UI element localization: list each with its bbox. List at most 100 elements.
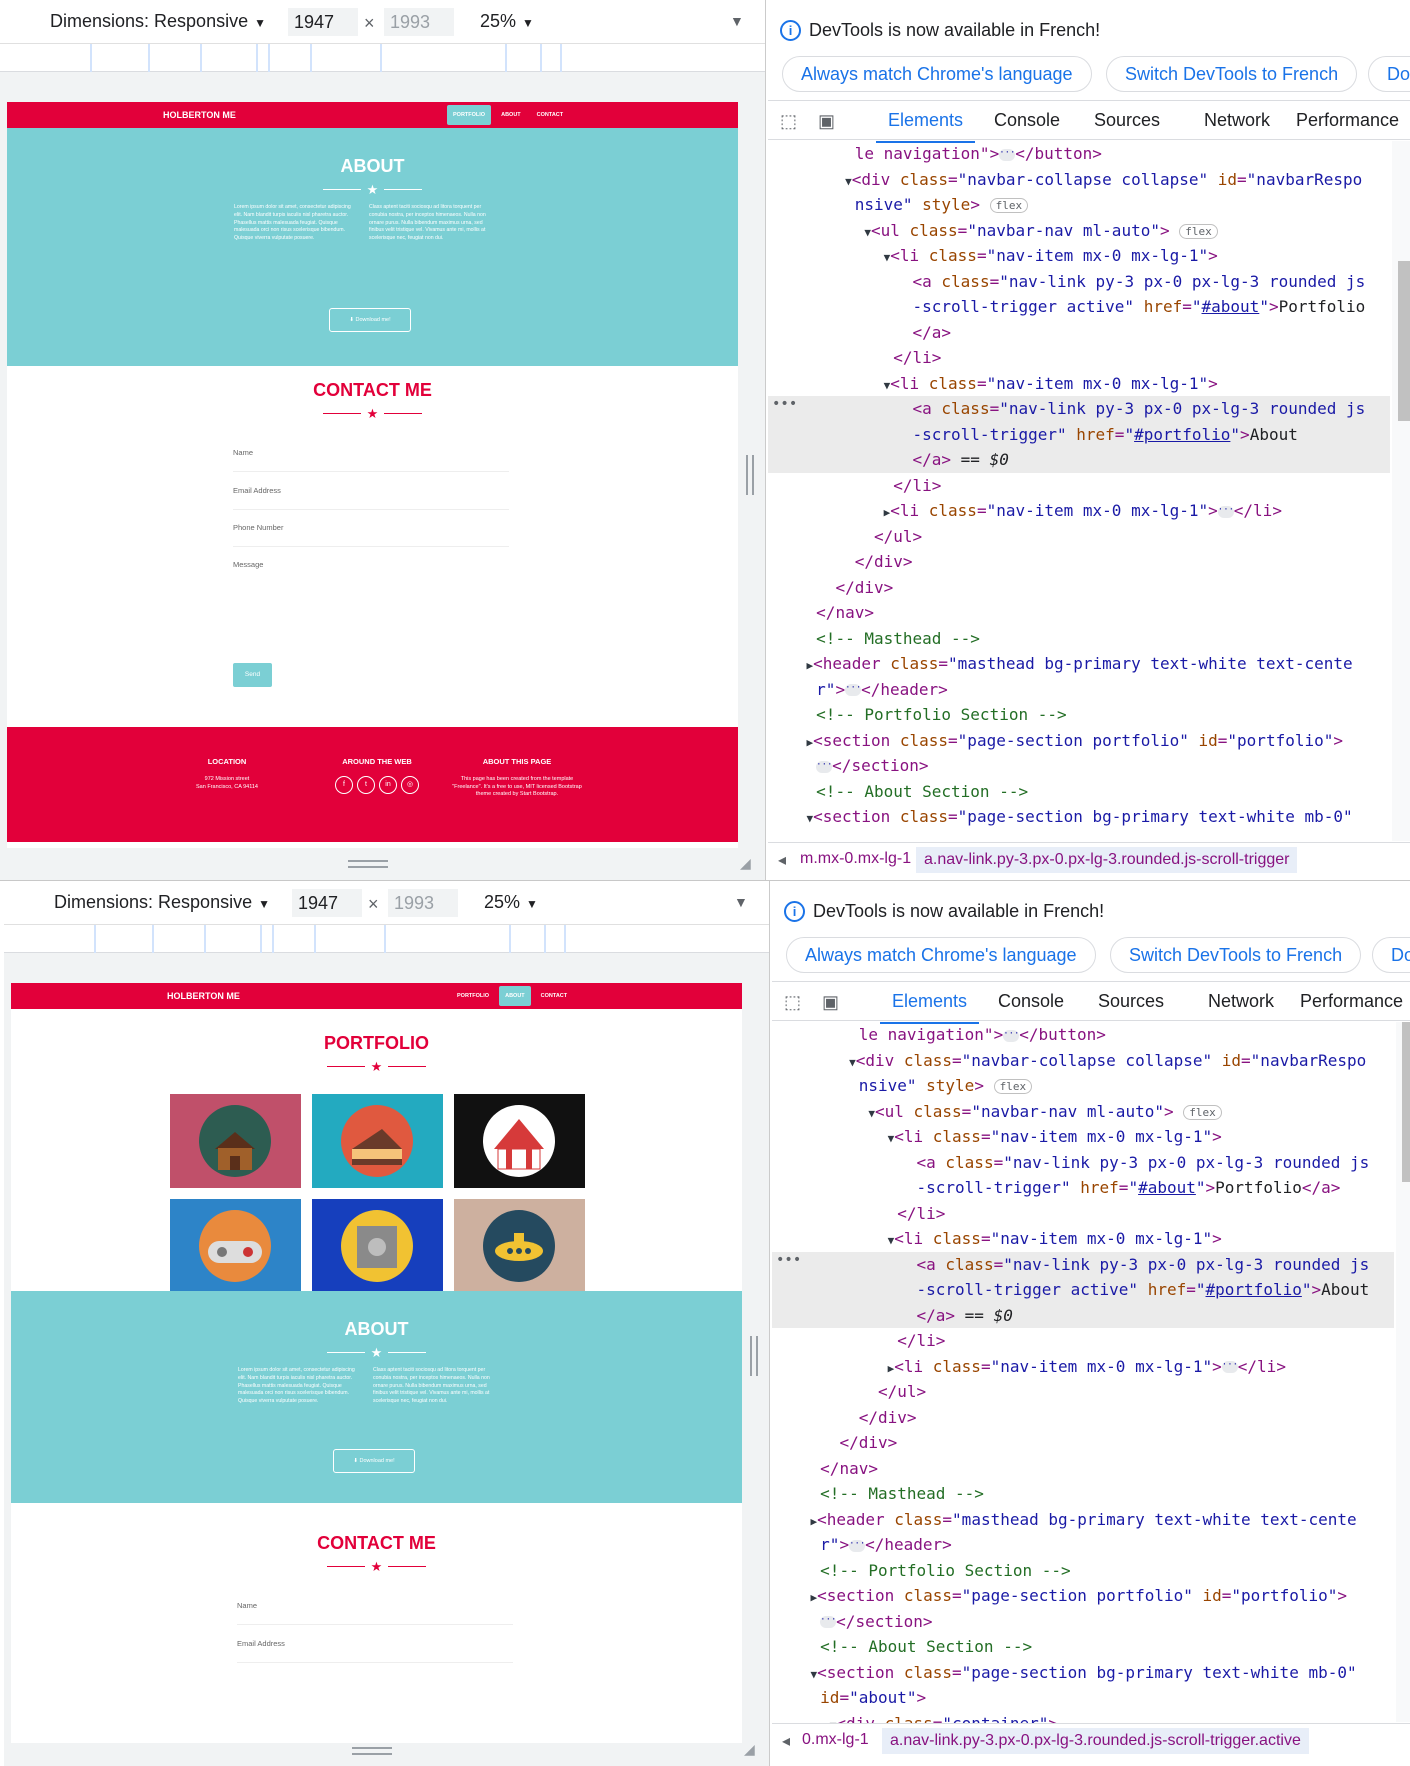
dom-scrollbar[interactable] [1396,1022,1410,1722]
portfolio-item-safe[interactable] [312,1199,443,1293]
dom-line[interactable]: </div> [768,575,1390,601]
crumb-item[interactable]: 0.mx-lg-1 [802,1731,869,1749]
twitter-icon[interactable]: t [357,776,375,794]
dom-line[interactable]: ···</section> [772,1609,1394,1635]
resize-corner-icon[interactable]: ◢ [740,855,758,873]
dom-line[interactable]: id="about"> [772,1685,1394,1711]
site-brand[interactable]: HOLBERTON ME [167,991,240,1001]
crumb-left-arrow-icon[interactable]: ◂ [778,850,786,870]
linkedin-icon[interactable]: in [379,776,397,794]
device-toggle-icon[interactable]: ▣ [822,992,839,1013]
send-button[interactable]: Send [233,663,272,687]
height-input[interactable]: 1993 [388,889,458,917]
dom-line[interactable]: ▼<section class="page-section bg-primary… [768,804,1390,830]
nav-portfolio[interactable]: PORTFOLIO [451,986,495,1006]
dont-show-button[interactable]: Don't show again [1368,56,1410,92]
inspect-element-icon[interactable]: ⬚ [780,111,797,132]
dom-line[interactable]: ▶<li class="nav-item mx-0 mx-lg-1">···</… [768,498,1390,524]
dom-line[interactable]: ▼<section class="page-section bg-primary… [772,1660,1394,1686]
device-toggle-icon[interactable]: ▣ [818,111,835,132]
dom-line[interactable]: <a class="nav-link py-3 px-0 px-lg-3 rou… [768,269,1390,295]
dont-show-button[interactable]: Don't show again [1372,937,1410,973]
zoom-dropdown[interactable]: 25% ▼ [484,892,538,913]
dom-line[interactable]: <!-- About Section --> [772,1634,1394,1660]
dom-line[interactable]: ▼<div class="navbar-collapse collapse" i… [768,167,1390,193]
dom-tree[interactable]: le navigation">···</button> ▼<div class=… [768,141,1390,830]
message-field[interactable]: Message [233,560,509,620]
dom-line[interactable]: ▼<div class="navbar-collapse collapse" i… [772,1048,1394,1074]
facebook-icon[interactable]: f [335,776,353,794]
switch-french-button[interactable]: Switch DevTools to French [1106,56,1358,92]
phone-field[interactable]: Phone Number [233,523,509,547]
dom-line[interactable]: ▼<ul class="navbar-nav ml-auto"> flex [772,1099,1394,1125]
dom-line-selected[interactable]: -scroll-trigger" href="#portfolio">About [768,421,1390,447]
match-language-button[interactable]: Always match Chrome's language [782,56,1092,92]
portfolio-item-game[interactable] [170,1199,301,1293]
media-query-ruler[interactable] [4,925,769,953]
site-brand[interactable]: HOLBERTON ME [163,110,236,120]
dom-line[interactable]: ▼<li class="nav-item mx-0 mx-lg-1"> [768,371,1390,397]
dom-line[interactable]: <!-- About Section --> [768,779,1390,805]
switch-french-button[interactable]: Switch DevTools to French [1110,937,1362,973]
dom-line[interactable]: </div> [772,1430,1394,1456]
tab-elements[interactable]: Elements [879,991,980,1024]
tab-performance[interactable]: Performance [1300,991,1403,1012]
dom-line-selected[interactable]: ••• <a class="nav-link py-3 px-0 px-lg-3… [768,396,1390,422]
dom-line[interactable]: <a class="nav-link py-3 px-0 px-lg-3 rou… [772,1150,1394,1176]
dribbble-icon[interactable]: ◎ [401,776,419,794]
scroll-thumb[interactable] [1402,1022,1410,1182]
dom-line[interactable]: -scroll-trigger active" href="#about">Po… [768,294,1390,320]
media-query-ruler[interactable] [0,44,765,72]
dom-tree[interactable]: le navigation">···</button> ▼<div class=… [772,1022,1394,1736]
tab-network[interactable]: Network [1208,991,1274,1012]
dom-line[interactable]: <!-- Masthead --> [772,1481,1394,1507]
resize-handle-bottom[interactable] [352,1747,392,1755]
tab-console[interactable]: Console [994,110,1060,131]
dom-line[interactable]: </nav> [768,600,1390,626]
tab-performance[interactable]: Performance [1296,110,1399,131]
dom-line[interactable]: <!-- Portfolio Section --> [768,702,1390,728]
scroll-thumb[interactable] [1398,261,1410,421]
dom-line[interactable]: ▶<header class="masthead bg-primary text… [768,651,1390,677]
dom-line[interactable]: </nav> [772,1456,1394,1482]
dom-line[interactable]: ▶<li class="nav-item mx-0 mx-lg-1">···</… [772,1354,1394,1380]
dimensions-dropdown[interactable]: Dimensions: Responsive ▼ [54,892,270,913]
dom-line[interactable]: le navigation">···</button> [768,141,1390,167]
tab-network[interactable]: Network [1204,110,1270,131]
nav-contact[interactable]: CONTACT [535,986,573,1006]
email-field[interactable]: Email Address [233,486,509,510]
more-options-icon[interactable]: ▼ [730,13,744,29]
dom-line[interactable]: ▼<li class="nav-item mx-0 mx-lg-1"> [768,243,1390,269]
dom-line[interactable]: ▼<ul class="navbar-nav ml-auto"> flex [768,218,1390,244]
dom-line[interactable]: ▶<section class="page-section portfolio"… [772,1583,1394,1609]
crumb-item-active[interactable]: a.nav-link.py-3.px-0.px-lg-3.rounded.js-… [916,847,1298,873]
tab-sources[interactable]: Sources [1094,110,1160,131]
name-field[interactable]: Name [233,448,509,472]
height-input[interactable]: 1993 [384,8,454,36]
portfolio-item-cake[interactable] [312,1094,443,1188]
dom-line[interactable]: nsive" style> flex [768,192,1390,218]
dom-line[interactable]: ▼<li class="nav-item mx-0 mx-lg-1"> [772,1226,1394,1252]
crumb-item[interactable]: m.mx-0.mx-lg-1 [800,850,911,868]
inspect-element-icon[interactable]: ⬚ [784,992,801,1013]
dom-scrollbar[interactable] [1392,141,1410,841]
crumb-left-arrow-icon[interactable]: ◂ [782,1731,790,1751]
dom-line[interactable]: </ul> [768,524,1390,550]
resize-handle-right[interactable] [750,1336,758,1376]
nav-contact[interactable]: CONTACT [531,105,569,125]
dom-line[interactable]: -scroll-trigger" href="#about">Portfolio… [772,1175,1394,1201]
dom-line[interactable]: </div> [768,549,1390,575]
dom-line[interactable]: <!-- Masthead --> [768,626,1390,652]
dom-line[interactable]: ▼<li class="nav-item mx-0 mx-lg-1"> [772,1124,1394,1150]
nav-about[interactable]: ABOUT [499,986,531,1006]
dom-line-selected[interactable]: </a> == $0 [768,447,1390,473]
match-language-button[interactable]: Always match Chrome's language [786,937,1096,973]
dom-line[interactable]: </li> [772,1201,1394,1227]
resize-handle-bottom[interactable] [348,860,388,868]
dom-line[interactable]: ▶<section class="page-section portfolio"… [768,728,1390,754]
email-field[interactable]: Email Address [237,1639,513,1663]
dom-line[interactable]: le navigation">···</button> [772,1022,1394,1048]
dom-line-selected[interactable]: ••• <a class="nav-link py-3 px-0 px-lg-3… [772,1251,1394,1277]
name-field[interactable]: Name [237,1601,513,1625]
dom-line[interactable]: </li> [768,473,1390,499]
